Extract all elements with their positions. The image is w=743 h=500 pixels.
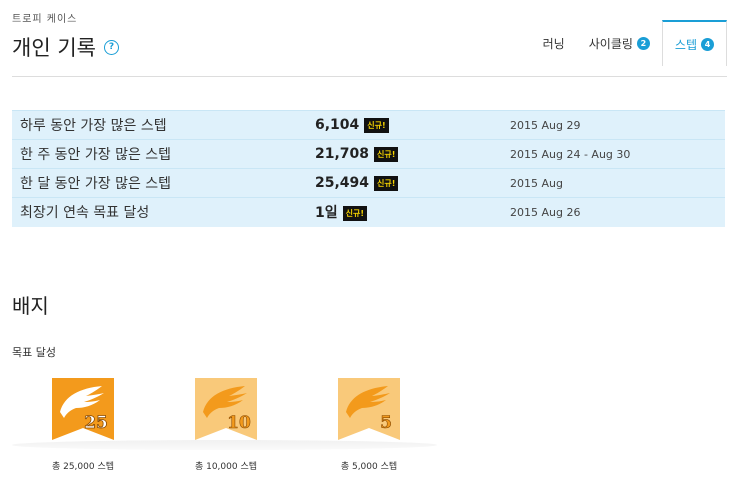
- new-record-tag: 신규!: [364, 117, 389, 133]
- header-divider: [12, 76, 727, 77]
- help-icon[interactable]: ?: [103, 39, 119, 55]
- badge-caption: 총 5,000 스텝: [340, 462, 398, 472]
- page-title: 개인 기록: [12, 36, 96, 60]
- record-row: 하루 동안 가장 많은 스텝 6,104 신규! 2015 Aug 29: [12, 110, 725, 140]
- badge-number: 5: [380, 413, 392, 433]
- badge-caption: 총 25,000 스텝: [51, 462, 115, 472]
- tab-steps-label: 스텝: [674, 37, 697, 52]
- badge-caption: 총 10,000 스텝: [194, 462, 258, 472]
- record-value-cell: 21,708 신규!: [315, 140, 510, 169]
- record-row: 최장기 연속 목표 달성 1일 신규! 2015 Aug 26: [12, 197, 725, 227]
- badge-10k-steps[interactable]: 10: [193, 376, 259, 442]
- badge-25k-steps[interactable]: 25: [50, 376, 116, 442]
- title-row: 개인 기록 ?: [12, 32, 119, 62]
- record-date: 2015 Aug: [510, 176, 563, 190]
- record-row: 한 주 동안 가장 많은 스텝 21,708 신규! 2015 Aug 24 - …: [12, 139, 725, 169]
- new-record-tag: 신규!: [374, 175, 399, 191]
- record-value: 25,494: [315, 175, 370, 191]
- record-label: 한 달 동안 가장 많은 스텝: [20, 176, 172, 192]
- tab-steps-count-badge: 4: [701, 37, 714, 51]
- record-date: 2015 Aug 26: [510, 205, 581, 219]
- record-value-cell: 25,494 신규!: [315, 169, 510, 198]
- record-label: 한 주 동안 가장 많은 스텝: [20, 147, 172, 163]
- record-label: 하루 동안 가장 많은 스텝: [20, 118, 167, 134]
- record-value: 1일: [315, 205, 338, 222]
- personal-records-table: 하루 동안 가장 많은 스텝 6,104 신규! 2015 Aug 29 한 주 …: [12, 110, 725, 227]
- tab-running-label: 러닝: [542, 36, 565, 51]
- new-record-tag: 신규!: [374, 146, 399, 162]
- tab-steps[interactable]: 스텝 4: [661, 20, 727, 66]
- record-date: 2015 Aug 24 - Aug 30: [510, 147, 631, 161]
- record-date: 2015 Aug 29: [510, 118, 581, 132]
- tab-cycling-count-badge: 2: [636, 36, 650, 50]
- record-row: 한 달 동안 가장 많은 스텝 25,494 신규! 2015 Aug: [12, 168, 725, 198]
- record-value-cell: 1일 신규!: [315, 198, 510, 227]
- badge-number: 25: [84, 413, 108, 433]
- tab-cycling[interactable]: 사이클링 2: [577, 20, 662, 66]
- badge-number: 10: [227, 413, 251, 433]
- record-value-cell: 6,104 신규!: [315, 111, 510, 140]
- badges-heading: 배지: [12, 294, 49, 318]
- breadcrumb: 트로피 케이스: [12, 14, 78, 25]
- goal-section-label: 목표 달성: [12, 346, 56, 359]
- record-value: 21,708: [315, 146, 370, 162]
- badge-5k-steps[interactable]: 5: [336, 376, 402, 442]
- record-label: 최장기 연속 목표 달성: [20, 205, 150, 222]
- tab-cycling-label: 사이클링: [588, 36, 633, 51]
- tab-running[interactable]: 러닝: [531, 20, 577, 66]
- record-value: 6,104: [315, 117, 360, 133]
- new-record-tag: 신규!: [342, 205, 367, 221]
- tab-bar: 러닝 사이클링 2 스텝 4: [531, 20, 727, 66]
